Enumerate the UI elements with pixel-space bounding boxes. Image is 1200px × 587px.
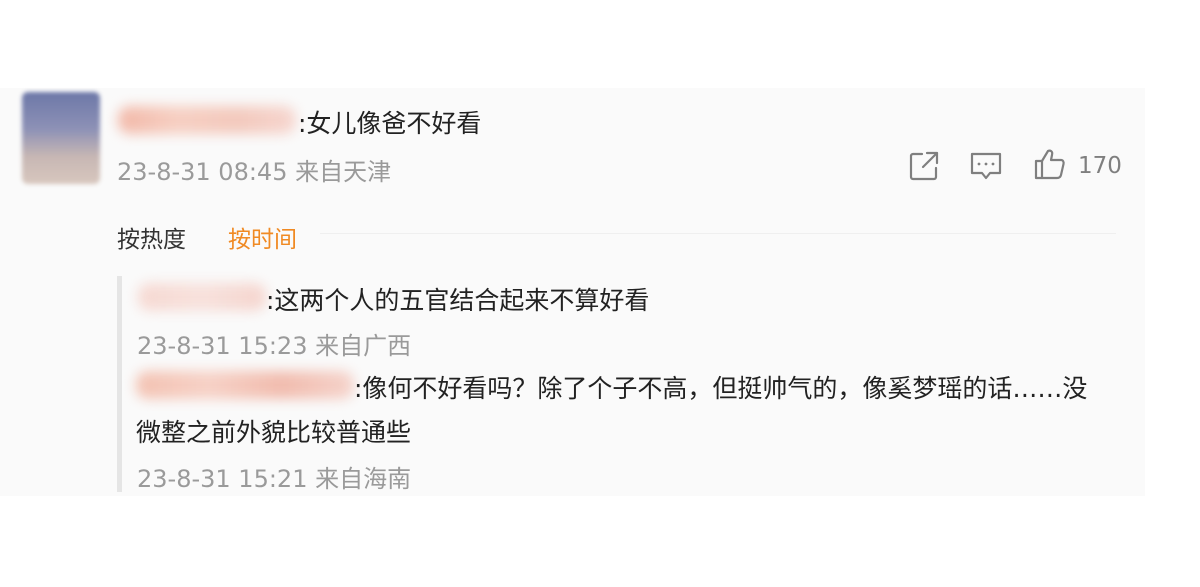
share-icon[interactable] [906, 148, 942, 184]
like-count: 170 [1078, 153, 1122, 179]
reply-text: :像何不好看吗？除了个子不高，但挺帅气的，像奚梦瑶的话……没 [354, 374, 1088, 403]
reply-username-blurred[interactable] [136, 371, 354, 399]
tab-sort-by-time[interactable]: 按时间 [228, 220, 297, 254]
reply-username-blurred[interactable] [138, 283, 266, 311]
comment-text: :女儿像爸不好看 [298, 109, 482, 138]
comment-icon[interactable] [968, 148, 1004, 184]
comment-meta: 23-8-31 08:45 来自天津 [117, 158, 392, 186]
thumbs-up-icon[interactable] [1032, 146, 1068, 182]
reply-meta: 23-8-31 15:23 来自广西 [137, 332, 412, 360]
reply-text: :这两个人的五官结合起来不算好看 [266, 286, 650, 315]
reply-thread-bar [117, 276, 122, 492]
divider [320, 233, 1116, 234]
tab-sort-by-popularity[interactable]: 按热度 [117, 220, 186, 254]
reply-meta: 23-8-31 15:21 来自海南 [137, 465, 412, 493]
username-blurred[interactable] [118, 106, 296, 134]
reply-text-continued: 微整之前外貌比较普通些 [136, 418, 412, 447]
avatar[interactable] [22, 92, 100, 184]
